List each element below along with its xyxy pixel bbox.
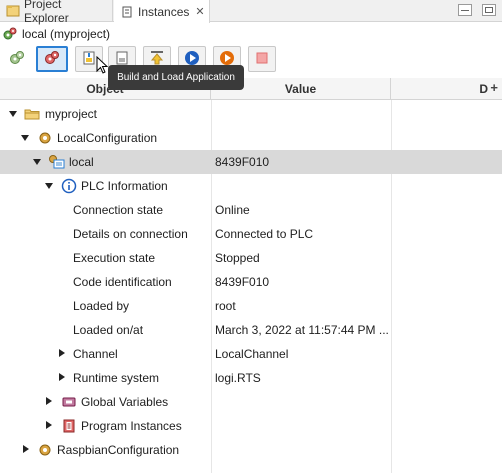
maximize-button[interactable] xyxy=(482,4,496,16)
tree-row[interactable]: Execution state Stopped xyxy=(0,246,502,270)
tab-project-explorer[interactable]: Project Explorer xyxy=(0,0,113,25)
tree-row[interactable]: Connection state Online xyxy=(0,198,502,222)
expand-toggle-icon[interactable] xyxy=(33,157,41,167)
mouse-cursor-icon xyxy=(96,55,109,77)
gears-icon xyxy=(2,26,18,42)
tree-row[interactable]: Details on connection Connected to PLC xyxy=(0,222,502,246)
tree-item-label: LocalConfiguration xyxy=(57,131,158,145)
tree-item-label: Loaded on/at xyxy=(73,323,144,337)
tree-row[interactable]: Global Variables xyxy=(0,390,502,414)
instance-header: local (myproject) xyxy=(0,24,502,44)
tree-item-value: root xyxy=(215,299,236,313)
tree-item-label: Details on connection xyxy=(73,227,188,241)
build-and-load-button[interactable] xyxy=(36,46,68,72)
minimize-button[interactable] xyxy=(458,4,472,16)
project-explorer-icon xyxy=(6,4,20,18)
tree-item-label: Execution state xyxy=(73,251,156,265)
gears-icon xyxy=(8,49,26,70)
tree-item-label: local xyxy=(69,155,94,169)
tree-row[interactable]: LocalConfiguration xyxy=(0,126,502,150)
tree-item-value: 8439F010 xyxy=(215,155,270,169)
tree-item-label: Global Variables xyxy=(81,395,169,409)
folder-icon xyxy=(24,106,40,122)
configuration-gear-icon xyxy=(37,442,53,458)
tree-item-label: Loaded by xyxy=(73,299,130,313)
tree-item-label: PLC Information xyxy=(81,179,168,193)
stop-icon xyxy=(253,49,271,70)
tree-row[interactable]: myproject xyxy=(0,102,502,126)
global-variables-icon xyxy=(61,394,77,410)
expand-toggle-icon[interactable] xyxy=(45,421,53,431)
tree-item-value: Online xyxy=(215,203,250,217)
tree-item-label: Channel xyxy=(73,347,118,361)
view-tab-bar: Project Explorer Instances ✕ xyxy=(0,0,502,25)
tree-row[interactable]: RaspbianConfiguration xyxy=(0,438,502,462)
tree-item-label: RaspbianConfiguration xyxy=(57,443,180,457)
tab-instances[interactable]: Instances ✕ xyxy=(114,0,210,23)
tree-row[interactable]: Runtime system logi.RTS xyxy=(0,366,502,390)
expand-toggle-icon[interactable] xyxy=(22,445,30,455)
expand-toggle-icon[interactable] xyxy=(58,373,66,383)
close-icon[interactable]: ✕ xyxy=(195,5,204,18)
column-header-d[interactable]: D + xyxy=(391,78,502,100)
tree-item-value: logi.RTS xyxy=(215,371,261,385)
gears-active-icon xyxy=(43,49,61,70)
tree-item-value: LocalChannel xyxy=(215,347,289,361)
tab-label: Instances xyxy=(138,4,190,19)
instances-icon xyxy=(120,5,134,19)
connect-button[interactable] xyxy=(3,46,31,72)
tree-item-label: Runtime system xyxy=(73,371,160,385)
stop-button[interactable] xyxy=(248,46,276,72)
tooltip: Build and Load Application xyxy=(108,65,244,90)
tree-item-label: myproject xyxy=(45,107,98,121)
tree-row[interactable]: Program Instances xyxy=(0,414,502,438)
expand-toggle-icon[interactable] xyxy=(58,349,66,359)
resource-icon xyxy=(48,154,65,170)
tree-row[interactable]: local 8439F010 xyxy=(0,150,502,174)
tab-label: Project Explorer xyxy=(24,0,69,25)
expand-toggle-icon[interactable] xyxy=(21,133,29,143)
tree-item-value: 8439F010 xyxy=(215,275,270,289)
expand-toggle-icon[interactable] xyxy=(9,109,17,119)
info-icon xyxy=(61,178,77,194)
tree-row[interactable]: PLC Information xyxy=(0,174,502,198)
tree-item-label: Code identification xyxy=(73,275,172,289)
expand-toggle-icon[interactable] xyxy=(45,397,53,407)
tree-item-label: Program Instances xyxy=(81,419,182,433)
table-header: Object Value D + xyxy=(0,78,502,100)
column-header-d-label: D xyxy=(479,82,488,96)
instance-title: local (myproject) xyxy=(22,27,111,41)
tree-item-value: Stopped xyxy=(215,251,260,265)
add-column-icon[interactable]: + xyxy=(490,80,498,95)
tree-row[interactable]: Channel LocalChannel xyxy=(0,342,502,366)
tree-row[interactable]: Loaded by root xyxy=(0,294,502,318)
tree-item-value: March 3, 2022 at 11:57:44 PM ... xyxy=(215,323,389,337)
toolbar xyxy=(0,46,502,72)
program-instances-icon xyxy=(61,418,77,434)
expand-toggle-icon[interactable] xyxy=(45,181,53,191)
tree-row[interactable]: Code identification 8439F010 xyxy=(0,270,502,294)
tree-item-label: Connection state xyxy=(73,203,164,217)
tree-row[interactable]: Loaded on/at March 3, 2022 at 11:57:44 P… xyxy=(0,318,502,342)
configuration-gear-icon xyxy=(37,130,53,146)
tree-item-value: Connected to PLC xyxy=(215,227,314,241)
